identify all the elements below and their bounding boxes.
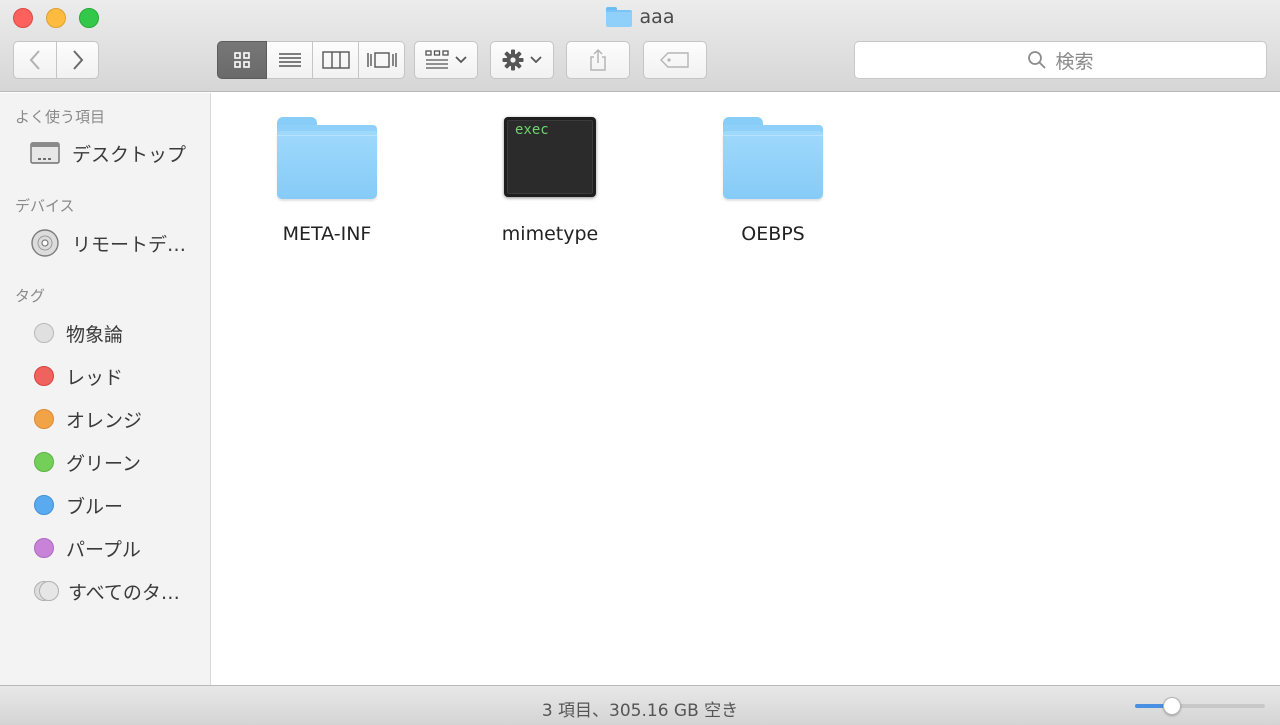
sidebar-item-label: レッド	[66, 366, 124, 389]
tag-color-dot	[34, 538, 54, 558]
view-mode-control	[217, 41, 405, 79]
file-browser: META-INF exec mimetype OEBPS	[212, 93, 1280, 685]
sidebar-item-tag-blue[interactable]: ブルー	[34, 488, 123, 522]
window-title: aaa	[0, 6, 1280, 32]
back-button[interactable]	[13, 41, 57, 79]
arrange-icon	[425, 50, 449, 69]
share-icon	[590, 48, 606, 71]
folder-icon	[605, 7, 632, 27]
chevron-down-icon	[455, 56, 467, 64]
sidebar-item-tag[interactable]: 物象論	[34, 316, 123, 350]
sidebar-item-desktop[interactable]: デスクトップ	[30, 136, 186, 170]
finder-window: aaa 検索 よく使う項目 デスクトップ デバイス リモートデ… タグ 物象論 …	[0, 0, 1280, 725]
sidebar-item-label: すべてのタ…	[68, 581, 180, 604]
file-name: mimetype	[501, 223, 599, 245]
file-name: META-INF	[282, 223, 372, 245]
coverflow-icon	[366, 52, 397, 68]
list-icon	[278, 53, 301, 67]
sidebar-item-label: デスクトップ	[72, 143, 187, 166]
chevron-down-icon	[530, 56, 542, 64]
chevron-left-icon	[29, 50, 40, 70]
file-name: OEBPS	[741, 223, 805, 245]
status-bar: 3 項目、305.16 GB 空き	[0, 685, 1280, 725]
share-button[interactable]	[566, 41, 630, 79]
status-text: 3 項目、305.16 GB 空き	[541, 701, 739, 721]
search-icon	[1028, 51, 1047, 69]
grid-icon	[234, 52, 250, 68]
tag-color-dot	[34, 495, 54, 515]
sidebar-item-tag-orange[interactable]: オレンジ	[34, 402, 142, 436]
tag-color-dot	[34, 452, 54, 472]
sidebar-item-tag-purple[interactable]: パープル	[34, 531, 141, 565]
search-placeholder: 検索	[1055, 50, 1094, 73]
search-field[interactable]: 検索	[854, 41, 1267, 79]
list-view-button[interactable]	[267, 41, 313, 79]
exec-badge: exec	[515, 122, 549, 138]
forward-button[interactable]	[57, 41, 99, 79]
icon-size-slider[interactable]	[1135, 697, 1265, 715]
section-header-devices: デバイス	[15, 197, 75, 215]
chevron-right-icon	[72, 50, 83, 70]
icon-view-button[interactable]	[217, 41, 267, 79]
coverflow-view-button[interactable]	[359, 41, 405, 79]
desktop-icon	[30, 142, 60, 164]
sidebar-item-label: グリーン	[66, 452, 142, 475]
sidebar-item-label: オレンジ	[66, 409, 143, 432]
sidebar-item-all-tags[interactable]: すべてのタ…	[34, 574, 180, 608]
folder-icon	[723, 117, 823, 199]
gear-icon	[502, 49, 524, 71]
disc-icon	[31, 229, 59, 257]
section-header-tags: タグ	[15, 287, 46, 305]
slider-thumb[interactable]	[1163, 697, 1181, 715]
column-view-button[interactable]	[313, 41, 359, 79]
folder-icon	[277, 117, 377, 199]
sidebar-item-remote-disc[interactable]: リモートデ…	[30, 226, 186, 260]
tag-color-dot	[34, 323, 54, 343]
sidebar-item-label: 物象論	[66, 323, 124, 346]
section-header-favorites: よく使う項目	[15, 108, 106, 126]
toolbar: aaa 検索	[0, 0, 1280, 92]
sidebar-item-label: パープル	[66, 538, 141, 561]
sidebar: よく使う項目 デスクトップ デバイス リモートデ… タグ 物象論 レッド オレン…	[0, 93, 211, 685]
action-button[interactable]	[490, 41, 554, 79]
sidebar-item-tag-red[interactable]: レッド	[34, 359, 123, 393]
arrange-button[interactable]	[414, 41, 478, 79]
tag-button[interactable]	[643, 41, 707, 79]
terminal-exec-icon: exec	[504, 117, 596, 197]
columns-icon	[321, 51, 350, 69]
sidebar-item-label: リモートデ…	[72, 233, 187, 256]
tag-icon	[660, 52, 689, 68]
sidebar-item-label: ブルー	[66, 495, 124, 518]
all-tags-icon	[34, 581, 59, 601]
tag-color-dot	[34, 409, 54, 429]
sidebar-item-tag-green[interactable]: グリーン	[34, 445, 141, 479]
window-title-text: aaa	[639, 6, 675, 28]
tag-color-dot	[34, 366, 54, 386]
